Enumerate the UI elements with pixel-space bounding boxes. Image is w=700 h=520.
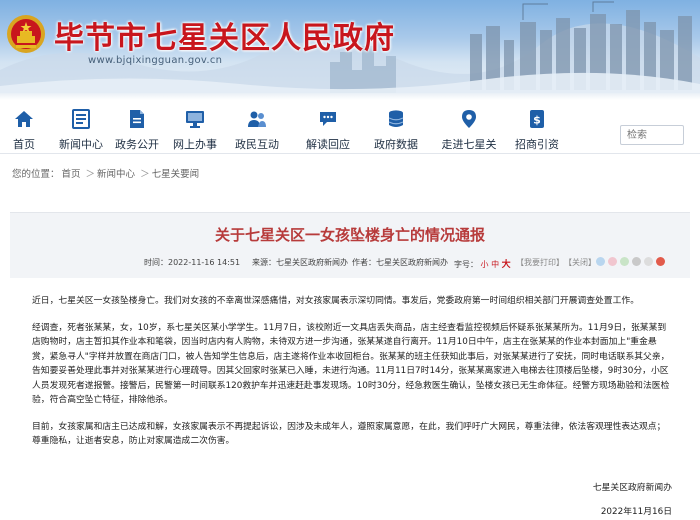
font-size-small[interactable]: 小 [481, 260, 489, 269]
location-icon [462, 110, 476, 128]
site-banner: 毕节市七星关区人民政府 www.bjqixingguan.gov.cn [0, 0, 700, 100]
article-time: 时间：2022-11-16 14:51 [144, 258, 241, 267]
home-icon [15, 111, 33, 127]
nav-label: 解读回应 [306, 138, 350, 151]
font-size-large[interactable]: 大 [502, 260, 511, 270]
article-paragraph: 目前，女孩家属和店主已达成和解，女孩家属表示不再提起诉讼，因涉及未成年人，遵照家… [32, 421, 666, 447]
article-paragraph: 近日，七星关区一女孩坠楼身亡。我们对女孩的不幸离世深感痛惜，对女孩家属表示深切同… [32, 296, 639, 306]
article-meta: 时间：2022-11-16 14:51 来源：七星关区政府新闻办 作者：七星关区… [144, 257, 665, 271]
article-body: 近日，七星关区一女孩坠楼身亡。我们对女孩的不幸离世深感痛惜，对女孩家属表示深切同… [32, 294, 672, 461]
document-icon [130, 110, 144, 128]
article-date: 2022年11月16日 [600, 507, 672, 517]
breadcrumb-prefix: 您的位置： [12, 169, 60, 180]
article-title: 关于七星关区一女孩坠楼身亡的情况通报 [214, 226, 485, 244]
font-size-label: 字号： [454, 260, 478, 269]
nav-label: 首页 [13, 138, 35, 151]
nav-item-interpretation[interactable]: 解读回应 [297, 108, 359, 152]
nav-label: 政务公开 [115, 138, 159, 151]
nav-label: 政民互动 [235, 138, 279, 151]
nav-item-investment[interactable]: $ 招商引资 [506, 108, 568, 152]
article-source: 来源：七星关区政府新闻办 [252, 258, 348, 267]
svg-text:$: $ [533, 114, 541, 127]
share-icon[interactable] [644, 257, 653, 266]
people-icon [248, 111, 266, 127]
money-icon: $ [530, 110, 544, 128]
breadcrumb: 您的位置： 首页＞新闻中心＞七星关要闻 [0, 166, 700, 186]
share-icon[interactable] [596, 257, 605, 266]
nav-item-home[interactable]: 首页 [0, 108, 55, 152]
database-icon [388, 110, 404, 127]
site-domain: www.bjqixingguan.gov.cn [88, 55, 223, 66]
print-link[interactable]: 【我要打印】 [516, 257, 564, 268]
article-author: 作者：七星关区政府新闻办 [352, 258, 448, 267]
breadcrumb-link-home[interactable]: 首页 [62, 169, 81, 180]
share-icon[interactable] [632, 257, 641, 266]
main-nav: 首页 新闻中心 政务公开 网上办事 政民互动 解读回应 政府数据 走进七星关 $… [0, 100, 700, 154]
share-icon[interactable] [608, 257, 617, 266]
nav-label: 走进七星关 [441, 138, 497, 151]
computer-icon [186, 111, 204, 128]
nav-label: 招商引资 [515, 138, 559, 151]
news-icon [72, 109, 90, 129]
font-size-medium[interactable]: 中 [491, 260, 499, 269]
breadcrumb-link-news[interactable]: 新闻中心 [97, 169, 135, 180]
share-icon[interactable] [620, 257, 629, 266]
nav-item-online-service[interactable]: 网上办事 [164, 108, 226, 152]
nav-label: 网上办事 [173, 138, 217, 151]
national-emblem-icon [7, 15, 45, 53]
share-buttons [596, 257, 668, 266]
chat-icon [320, 112, 336, 126]
article-paragraph: 经调查，死者张某某，女，10岁，系七星关区某小学学生。11月7日，该校附近一文具… [32, 322, 670, 406]
breadcrumb-link-qixingguan-news[interactable]: 七星关要闻 [152, 169, 200, 180]
breadcrumb-separator: ＞ [140, 169, 150, 180]
breadcrumb-separator: ＞ [85, 169, 96, 180]
close-link[interactable]: 【关闭】 [564, 257, 596, 268]
nav-label: 新闻中心 [59, 138, 103, 151]
share-icon[interactable] [656, 257, 665, 266]
article-signature: 七星关区政府新闻办 [592, 483, 672, 493]
banner-fade [0, 93, 700, 100]
font-size-control: 字号： 小 中 大 [454, 257, 511, 270]
nav-item-gov-affairs[interactable]: 政务公开 [106, 108, 168, 152]
search-input[interactable] [620, 125, 684, 145]
nav-item-about-qixingguan[interactable]: 走进七星关 [438, 108, 500, 152]
nav-item-gov-data[interactable]: 政府数据 [365, 108, 427, 152]
site-title: 毕节市七星关区人民政府 [54, 21, 395, 56]
nav-item-interaction[interactable]: 政民互动 [226, 108, 288, 152]
nav-item-news[interactable]: 新闻中心 [50, 108, 112, 152]
nav-label: 政府数据 [374, 138, 418, 151]
